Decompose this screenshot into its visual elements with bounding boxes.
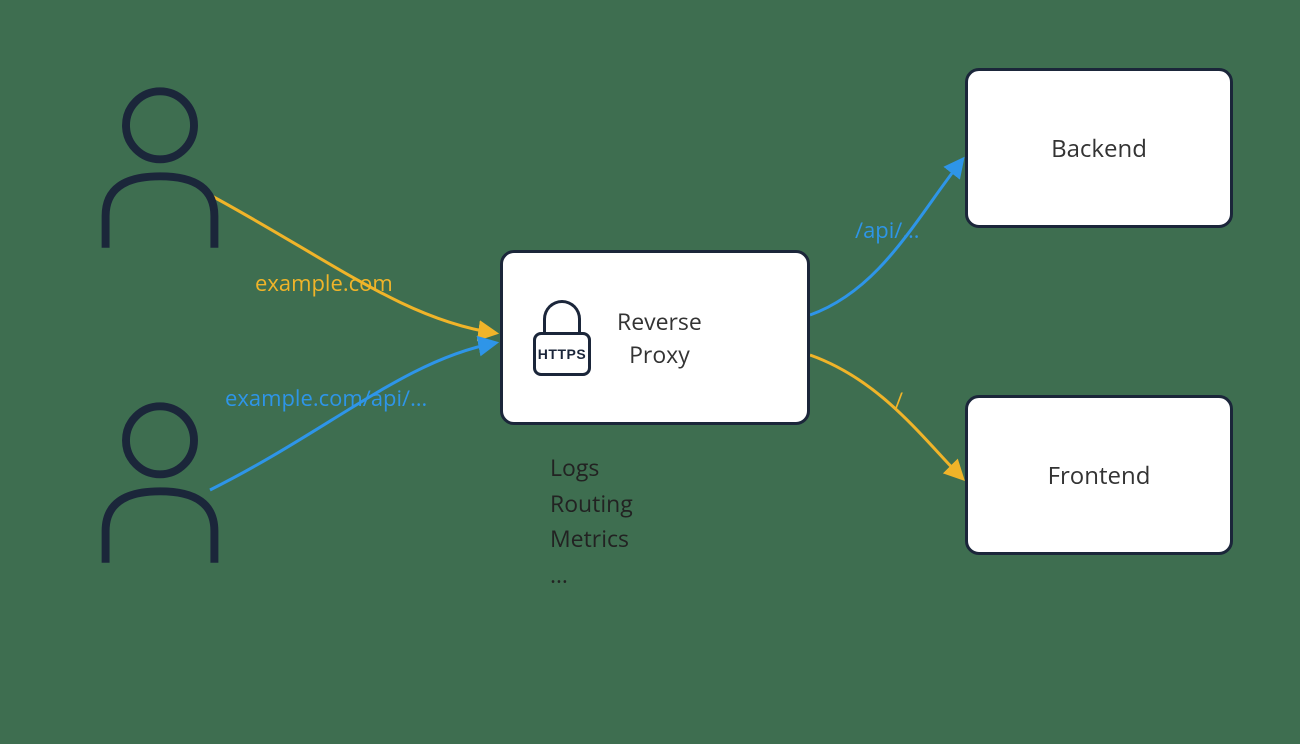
- feature-more: …: [550, 557, 633, 593]
- reverse-proxy-node: HTTPS Reverse Proxy: [500, 250, 810, 425]
- proxy-features: Logs Routing Metrics …: [550, 450, 633, 593]
- frontend-label: Frontend: [1048, 459, 1151, 492]
- frontend-node: Frontend: [965, 395, 1233, 555]
- backend-label: Backend: [1051, 132, 1147, 165]
- edge-label-backend: /api/…: [855, 215, 920, 245]
- edge-label-user2: example.com/api/…: [225, 383, 427, 413]
- feature-routing: Routing: [550, 486, 633, 522]
- backend-node: Backend: [965, 68, 1233, 228]
- user-icon-1: [90, 80, 230, 250]
- edge-proxy-frontend: [810, 355, 962, 478]
- feature-metrics: Metrics: [550, 521, 633, 557]
- edge-user1-proxy: [210, 195, 495, 333]
- edge-label-user1: example.com: [255, 268, 393, 298]
- edge-user2-proxy: [210, 343, 495, 490]
- user-icon-2: [90, 395, 230, 565]
- diagram-stage: HTTPS Reverse Proxy Backend Frontend exa…: [0, 0, 1300, 744]
- reverse-proxy-label: Reverse Proxy: [617, 305, 702, 369]
- feature-logs: Logs: [550, 450, 633, 486]
- https-lock-icon: HTTPS: [533, 300, 591, 376]
- edge-label-frontend: /: [895, 385, 903, 415]
- https-badge: HTTPS: [533, 332, 591, 376]
